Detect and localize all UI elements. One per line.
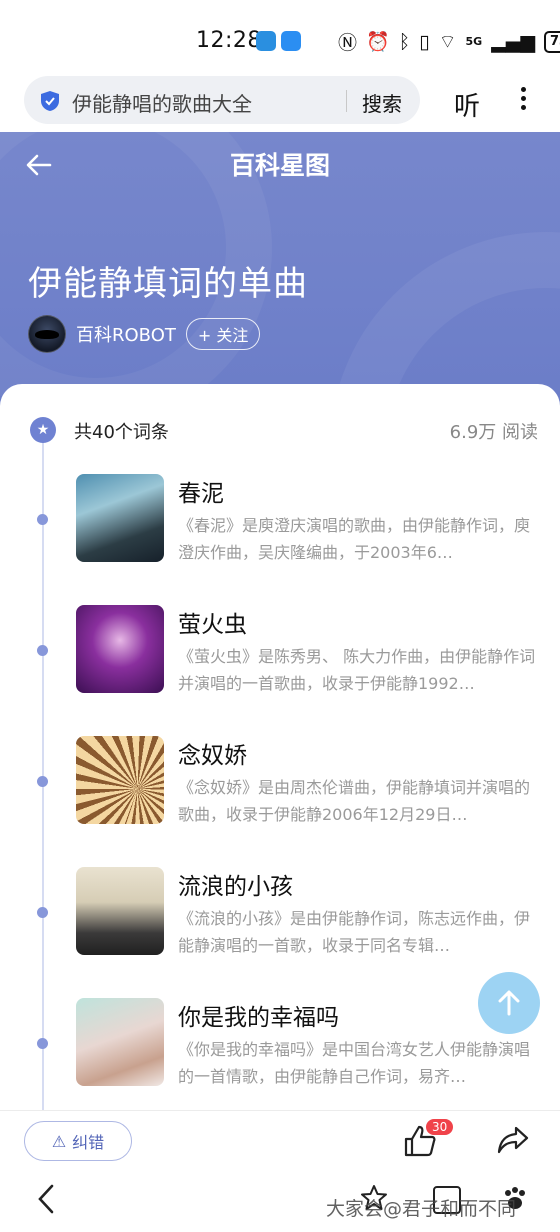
list-item[interactable]: 萤火虫 《萤火虫》是陈秀男、 陈大力作曲，由伊能静作词并演唱的一首歌曲，收录于伊… xyxy=(0,605,560,725)
wifi-icon: ⌔ xyxy=(438,30,457,53)
author-name[interactable]: 百科ROBOT xyxy=(76,321,176,347)
entry-count: 共40个词条 xyxy=(74,422,169,443)
cloud-notification-icon xyxy=(281,31,301,51)
divider xyxy=(346,90,347,112)
search-query[interactable]: 伊能静唱的歌曲大全 xyxy=(72,88,252,117)
battery-icon: 73 xyxy=(543,30,560,53)
page-title: 伊能静填词的单曲 xyxy=(28,264,308,304)
song-description: 《念奴娇》是由周杰伦谱曲，伊能静填词并演唱的歌曲，收录于伊能静2006年12月2… xyxy=(178,778,531,824)
follow-button[interactable]: + 关注 xyxy=(185,318,261,350)
correct-label: 纠错 xyxy=(72,1133,105,1152)
mute-icon: ▯ xyxy=(419,30,430,53)
song-title: 春泥 xyxy=(178,481,224,507)
scroll-top-button[interactable] xyxy=(478,972,540,1034)
song-description: 《你是我的幸福吗》是中国台湾女艺人伊能静演唱的一首情歌，由伊能静自己作词，易齐… xyxy=(178,1040,531,1086)
song-title: 你是我的幸福吗 xyxy=(178,1005,339,1031)
nav-back-icon[interactable] xyxy=(34,1182,58,1216)
song-cover xyxy=(76,736,164,824)
like-count-badge: 30 xyxy=(426,1119,454,1135)
song-cover xyxy=(76,998,164,1086)
timeline-dot xyxy=(37,514,48,525)
song-cover xyxy=(76,867,164,955)
arrow-up-icon xyxy=(498,990,520,1016)
list-item[interactable]: 念奴娇 《念奴娇》是由周杰伦谱曲，伊能静填词并演唱的歌曲，收录于伊能静2006年… xyxy=(0,736,560,856)
app-notification-icon xyxy=(256,31,276,51)
feedback-icon: ⚠ xyxy=(51,1131,67,1151)
timeline-dot xyxy=(37,776,48,787)
correct-button[interactable]: ⚠ 纠错 xyxy=(24,1121,132,1161)
song-title: 流浪的小孩 xyxy=(178,874,293,900)
song-cover xyxy=(76,605,164,693)
timeline-dot xyxy=(37,907,48,918)
timeline-dot xyxy=(37,645,48,656)
song-cover xyxy=(76,474,164,562)
star-badge-icon: ★ xyxy=(30,417,56,443)
watermark: 大家会@君子和而不同 xyxy=(326,1198,517,1220)
author-row: 百科ROBOT + 关注 xyxy=(28,315,261,353)
status-bar: 12:28 Ⓝ ⏰ ᛒ ▯ ⌔ 5G ▂▄▆ 73 xyxy=(0,0,560,76)
alarm-icon: ⏰ xyxy=(366,31,390,53)
nfc-icon: Ⓝ xyxy=(338,32,358,54)
shield-icon xyxy=(41,91,59,111)
song-description: 《流浪的小孩》是由伊能静作词，陈志远作曲，伊能静演唱的一首歌，收录于同名专辑… xyxy=(178,909,531,955)
read-count: 6.9万 阅读 xyxy=(449,422,538,443)
system-icons: Ⓝ ⏰ ᛒ ▯ ⌔ 5G ▂▄▆ 73 xyxy=(338,28,560,55)
network-label: 5G xyxy=(465,35,483,48)
signal-icon: ▂▄▆ xyxy=(491,30,535,53)
hero-header: 百科星图 伊能静填词的单曲 百科ROBOT + 关注 xyxy=(0,132,560,412)
address-bar: 伊能静唱的歌曲大全 搜索 听 xyxy=(0,76,560,132)
song-title: 念奴娇 xyxy=(178,743,247,769)
action-bar: ⚠ 纠错 30 xyxy=(0,1110,560,1169)
bluetooth-icon: ᛒ xyxy=(398,30,411,53)
header-title: 百科星图 xyxy=(229,151,330,180)
list-item[interactable]: 流浪的小孩 《流浪的小孩》是由伊能静作词，陈志远作曲，伊能静演唱的一首歌，收录于… xyxy=(0,867,560,987)
list-item[interactable]: 你是我的幸福吗 《你是我的幸福吗》是中国台湾女艺人伊能静演唱的一首情歌，由伊能静… xyxy=(0,998,560,1118)
timeline-dot xyxy=(37,1038,48,1049)
more-menu-icon[interactable] xyxy=(518,84,528,118)
song-description: 《萤火虫》是陈秀男、 陈大力作曲，由伊能静作词并演唱的一首歌曲，收录于伊能静19… xyxy=(178,647,536,693)
listen-button[interactable]: 听 xyxy=(454,86,480,123)
status-time: 12:28 xyxy=(196,28,262,53)
song-description: 《春泥》是庾澄庆演唱的歌曲，由伊能静作词，庾澄庆作曲，吴庆隆编曲，于2003年6… xyxy=(178,516,531,562)
search-button[interactable]: 搜索 xyxy=(362,88,402,117)
avatar[interactable] xyxy=(28,315,66,353)
search-box[interactable]: 伊能静唱的歌曲大全 搜索 xyxy=(24,76,420,124)
song-title: 萤火虫 xyxy=(178,612,247,638)
content-sheet: ★ 共40个词条 6.9万 阅读 春泥 《春泥》是庾澄庆演唱的歌曲，由伊能静作词… xyxy=(0,384,560,1140)
share-icon[interactable] xyxy=(496,1123,530,1157)
nav-bar: 大家会@君子和而不同 xyxy=(0,1168,560,1232)
list-item[interactable]: 春泥 《春泥》是庾澄庆演唱的歌曲，由伊能静作词，庾澄庆作曲，吴庆隆编曲，于200… xyxy=(0,474,560,594)
